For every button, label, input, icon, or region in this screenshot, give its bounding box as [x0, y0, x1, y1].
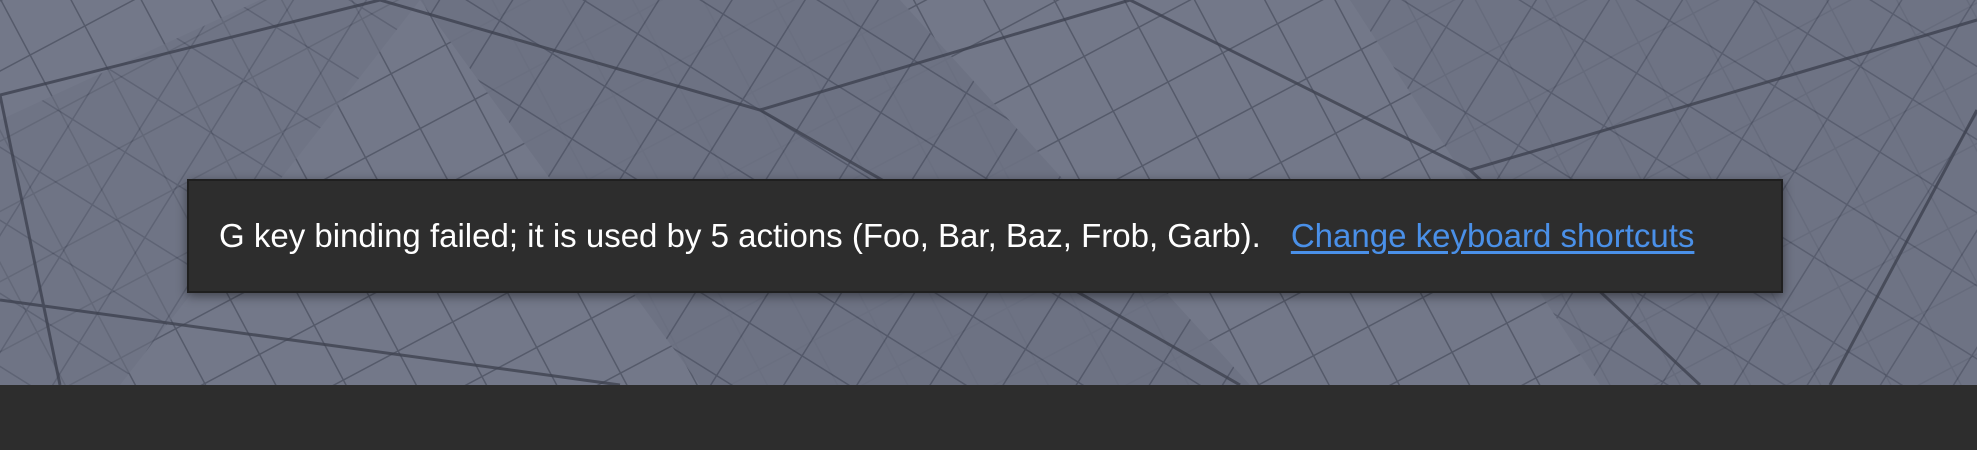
- bottom-bar: [0, 385, 1977, 450]
- toast-message: G key binding failed; it is used by 5 ac…: [219, 217, 1261, 254]
- change-keyboard-shortcuts-link[interactable]: Change keyboard shortcuts: [1291, 217, 1695, 255]
- keybinding-error-toast: G key binding failed; it is used by 5 ac…: [187, 179, 1783, 293]
